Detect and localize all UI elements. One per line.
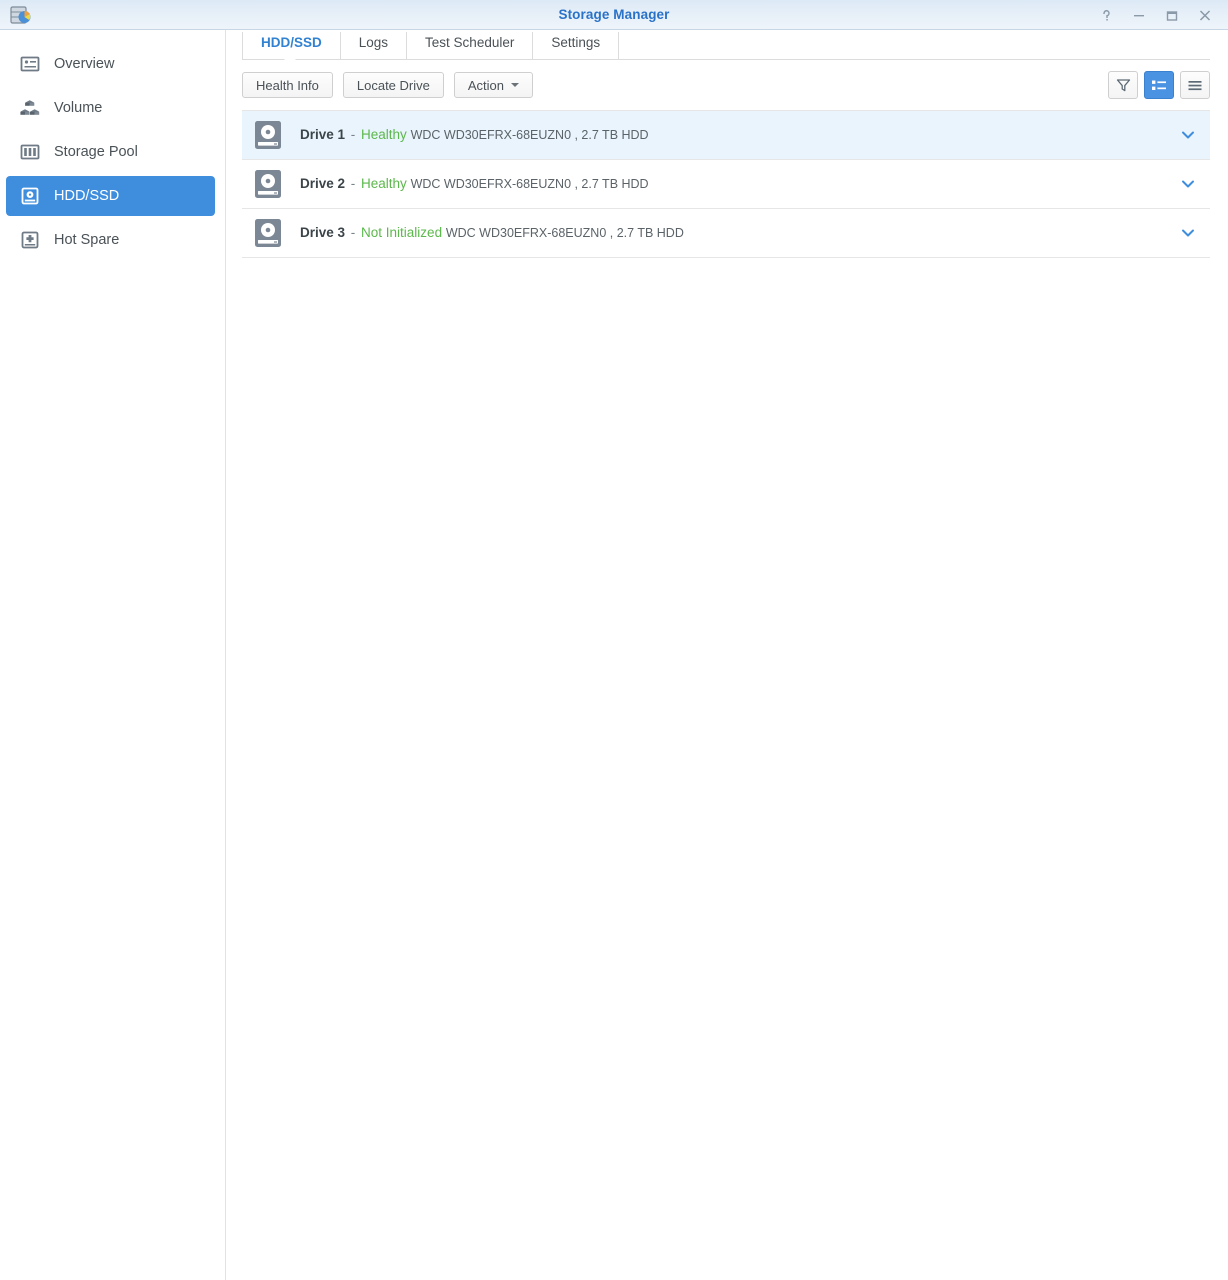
drive-info: Drive 3 - Not Initialized WDC WD30EFRX-6… [300,224,1166,242]
expand-row-button[interactable] [1166,176,1210,192]
maximize-button[interactable] [1157,1,1187,29]
tabstrip: HDD/SSD Logs Test Scheduler Settings [242,30,1228,59]
health-info-label: Health Info [256,77,319,93]
list-view-button[interactable] [1180,71,1210,99]
sidebar-item-storage-pool[interactable]: Storage Pool [6,132,215,172]
tab-label: Logs [358,35,389,50]
tab-label: Test Scheduler [425,35,515,50]
drive-name: Drive 1 [300,127,346,142]
chevron-down-icon [1182,229,1194,237]
status-badge: Healthy [361,127,407,142]
sidebar-item-hot-spare[interactable]: Hot Spare [6,220,215,260]
action-label: Action [467,77,504,93]
tab-test-scheduler[interactable]: Test Scheduler [407,32,534,59]
drive-title-line: Drive 1 - Healthy [300,127,411,142]
storage-pool-icon [20,142,40,162]
tab-logs[interactable]: Logs [341,32,408,59]
window-controls [1091,0,1220,30]
status-badge: Not Initialized [361,225,443,240]
table-row[interactable]: Drive 2 - Healthy WDC WD30EFRX-68EUZN0 ,… [242,160,1210,209]
detail-view-button[interactable] [1144,71,1174,99]
filter-icon [1116,78,1131,93]
drive-separator: - [347,176,360,191]
window-body: Overview Volume Storage Pool HDD/SSD Hot… [0,30,1228,1280]
drive-title-line: Drive 2 - Healthy [300,176,411,191]
drive-name: Drive 3 [300,225,346,240]
tab-underline [242,54,1210,60]
hdd-drive-icon [252,119,284,151]
health-info-button[interactable]: Health Info [242,72,333,98]
active-tab-notch [284,54,296,60]
drive-name: Drive 2 [300,176,346,191]
chevron-down-icon [1182,131,1194,139]
drive-separator: - [347,225,360,240]
drive-title-line: Drive 3 - Not Initialized [300,225,446,240]
drive-details: WDC WD30EFRX-68EUZN0 , 2.7 TB HDD [410,177,649,191]
sidebar-item-overview[interactable]: Overview [6,44,215,84]
sidebar-item-volume[interactable]: Volume [6,88,215,128]
expand-row-button[interactable] [1166,127,1210,143]
locate-drive-button[interactable]: Locate Drive [342,72,444,98]
list-icon [1187,78,1203,93]
window-title: Storage Manager [558,7,670,22]
volume-icon [20,98,40,118]
titlebar: Storage Manager [0,0,1228,30]
drive-list: Drive 1 - Healthy WDC WD30EFRX-68EUZN0 ,… [242,110,1210,258]
status-badge: Healthy [361,176,407,191]
expand-row-button[interactable] [1166,225,1210,241]
sidebar-item-label: Storage Pool [54,144,138,160]
sidebar-item-label: Overview [54,56,115,72]
minimize-button[interactable] [1124,1,1154,29]
sidebar-item-label: Hot Spare [54,232,120,248]
chevron-down-icon [511,83,519,87]
chevron-down-icon [1182,180,1194,188]
drive-info: Drive 1 - Healthy WDC WD30EFRX-68EUZN0 ,… [300,126,1166,144]
detail-list-icon [1151,78,1167,93]
drive-details: WDC WD30EFRX-68EUZN0 , 2.7 TB HDD [410,128,649,142]
close-button[interactable] [1190,1,1220,29]
drive-info: Drive 2 - Healthy WDC WD30EFRX-68EUZN0 ,… [300,175,1166,193]
overview-icon [20,54,40,74]
tab-label: Settings [551,35,601,50]
locate-drive-label: Locate Drive [356,77,430,93]
drive-details: WDC WD30EFRX-68EUZN0 , 2.7 TB HDD [445,226,684,240]
action-button[interactable]: Action [453,72,533,98]
toolbar: Health Info Locate Drive Action [242,60,1228,110]
hdd-drive-icon [252,217,284,249]
content-area: HDD/SSD Logs Test Scheduler Settings Hea… [226,30,1228,1280]
tab-settings[interactable]: Settings [533,32,620,59]
sidebar: Overview Volume Storage Pool HDD/SSD Hot… [0,30,226,1280]
drive-separator: - [347,127,360,142]
sidebar-item-label: HDD/SSD [54,188,120,204]
storage-manager-window: Storage Manager Overview Volume Storage … [0,0,1228,1280]
hdd-ssd-icon [20,186,40,206]
hot-spare-icon [20,230,40,250]
table-row[interactable]: Drive 1 - Healthy WDC WD30EFRX-68EUZN0 ,… [242,111,1210,160]
sidebar-item-label: Volume [54,100,103,116]
help-button[interactable] [1091,1,1121,29]
filter-button[interactable] [1108,71,1138,99]
hdd-drive-icon [252,168,284,200]
tab-label: HDD/SSD [261,35,322,50]
sidebar-item-hdd-ssd[interactable]: HDD/SSD [6,176,215,216]
table-row[interactable]: Drive 3 - Not Initialized WDC WD30EFRX-6… [242,209,1210,258]
